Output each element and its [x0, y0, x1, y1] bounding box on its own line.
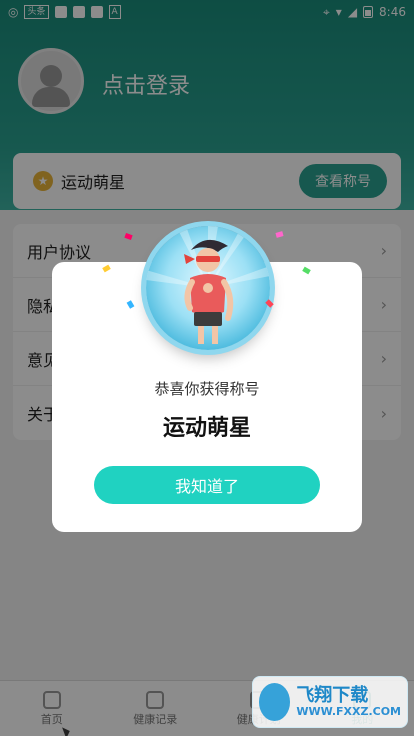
medal-illustration: [146, 226, 270, 350]
got-it-button[interactable]: 我知道了: [94, 466, 320, 504]
watermark-url: WWW.FXXZ.COM: [296, 704, 401, 718]
runner-figure-icon: [146, 226, 270, 344]
dialog-subtitle: 恭喜你获得称号: [154, 380, 260, 398]
site-watermark: 飞翔下载 WWW.FXXZ.COM: [252, 676, 408, 728]
dialog-title: 运动萌星: [162, 416, 251, 441]
site-logo-icon: [259, 683, 291, 721]
watermark-main: 飞翔下载: [296, 684, 369, 706]
watermark-text: 飞翔下载 WWW.FXXZ.COM: [296, 684, 401, 718]
